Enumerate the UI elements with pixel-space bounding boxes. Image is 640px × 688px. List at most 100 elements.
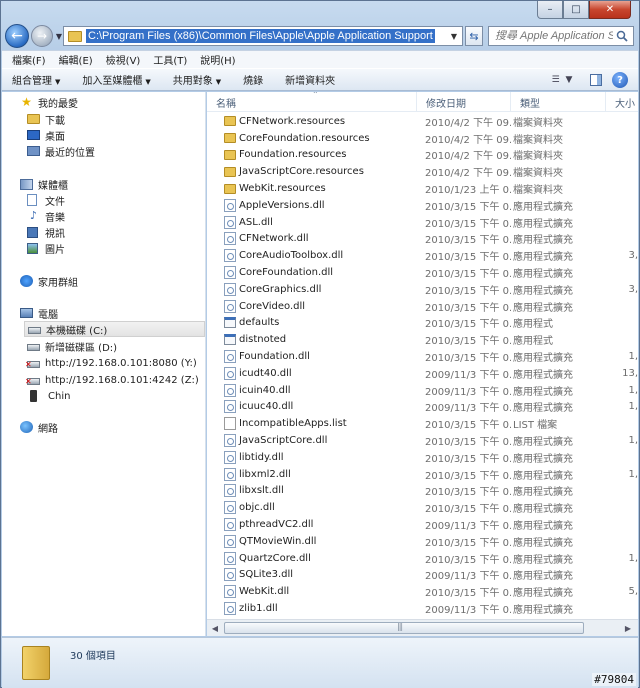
nav-pictures-label: 圖片 — [45, 244, 65, 256]
nav-videos[interactable]: 視訊 — [27, 224, 65, 240]
file-name: CFNetwork.resources — [239, 115, 346, 127]
menu-file[interactable]: 檔案(F) — [12, 52, 46, 67]
column-size[interactable]: 大小 — [606, 92, 638, 112]
file-row[interactable]: WebKit.dll 2010/3/15 下午 0... 應用程式擴充 5, — [207, 583, 638, 600]
scroll-left-icon[interactable]: ◀ — [207, 624, 223, 633]
file-size: 1, — [628, 435, 638, 447]
file-row[interactable]: defaults 2010/3/15 下午 0... 應用程式 — [207, 315, 638, 332]
menu-view[interactable]: 檢視(V) — [106, 52, 141, 67]
file-row[interactable]: CFNetwork.resources 2010/4/2 下午 09... 檔案資料… — [207, 113, 638, 130]
address-dropdown-icon[interactable]: ▼ — [446, 32, 462, 41]
dll-file-icon — [224, 299, 236, 313]
nav-homegroup[interactable]: 家用群組 — [20, 273, 78, 289]
file-row[interactable]: JavaScriptCore.resources 2010/4/2 下午 09..… — [207, 163, 638, 180]
file-row[interactable]: CoreFoundation.resources 2010/4/2 下午 09..… — [207, 130, 638, 147]
search-box[interactable] — [488, 26, 634, 46]
refresh-button[interactable]: ⇆ — [465, 26, 483, 46]
nav-favorites[interactable]: ★ 我的最愛 — [20, 94, 78, 110]
file-type: 檔案資料夾 — [513, 168, 563, 180]
file-row[interactable]: SQLite3.dll 2009/11/3 下午 0... 應用程式擴充 — [207, 567, 638, 584]
file-row[interactable]: JavaScriptCore.dll 2010/3/15 下午 0... 應用程式擴… — [207, 432, 638, 449]
file-row[interactable]: AppleVersions.dll 2010/3/15 下午 0... 應用程式擴充 — [207, 197, 638, 214]
file-date: 2010/3/15 下午 0... — [425, 420, 511, 432]
file-row[interactable]: icuin40.dll 2009/11/3 下午 0... 應用程式擴充 1, — [207, 382, 638, 399]
nav-libraries[interactable]: 媒體櫃 — [20, 176, 68, 192]
maximize-button[interactable]: □ — [563, 1, 589, 19]
nav-network[interactable]: 網路 — [20, 419, 58, 435]
nav-volume-d[interactable]: 新增磁碟區 (D:) — [27, 338, 117, 354]
file-row[interactable]: CoreFoundation.dll 2010/3/15 下午 0... 應用程式擴… — [207, 264, 638, 281]
file-row[interactable]: libxslt.dll 2010/3/15 下午 0... 應用程式擴充 — [207, 483, 638, 500]
nav-recent-places[interactable]: 最近的位置 — [27, 143, 95, 159]
file-row[interactable]: zlib1.dll 2009/11/3 下午 0... 應用程式擴充 — [207, 600, 638, 617]
file-row[interactable]: libtidy.dll 2010/3/15 下午 0... 應用程式擴充 — [207, 449, 638, 466]
back-button[interactable]: ← — [5, 24, 29, 48]
file-row[interactable]: distnoted 2010/3/15 下午 0... 應用程式 — [207, 331, 638, 348]
help-icon[interactable]: ? — [612, 72, 628, 88]
horizontal-scrollbar[interactable]: ◀ ▶ — [207, 619, 638, 636]
file-name: Foundation.dll — [239, 351, 310, 363]
nav-network-drive-z[interactable]: http://192.168.0.101:4242 (Z:) — [25, 372, 199, 388]
forward-button[interactable]: → — [31, 25, 53, 47]
column-type[interactable]: 類型 — [511, 92, 606, 112]
nav-local-disk-c[interactable]: 本機磁碟 (C:) — [24, 321, 205, 337]
close-button[interactable]: ✕ — [589, 1, 631, 19]
file-name-cell: icuuc40.dll — [207, 400, 417, 414]
file-name-cell: libxml2.dll — [207, 467, 417, 481]
menu-help[interactable]: 說明(H) — [200, 52, 235, 67]
nav-computer[interactable]: 電腦 — [20, 305, 58, 321]
preview-pane-button[interactable] — [590, 74, 602, 86]
search-input[interactable] — [495, 30, 613, 42]
nav-device-chin[interactable]: Chin — [27, 388, 70, 404]
nav-desktop[interactable]: 桌面 — [27, 127, 65, 143]
file-row[interactable]: IncompatibleApps.list 2010/3/15 下午 0... LI… — [207, 415, 638, 432]
file-row[interactable]: objc.dll 2010/3/15 下午 0... 應用程式擴充 — [207, 499, 638, 516]
file-row[interactable]: icuuc40.dll 2009/11/3 下午 0... 應用程式擴充 1, — [207, 399, 638, 416]
file-row[interactable]: CFNetwork.dll 2010/3/15 下午 0... 應用程式擴充 — [207, 231, 638, 248]
file-row[interactable]: QuartzCore.dll 2010/3/15 下午 0... 應用程式擴充 1, — [207, 550, 638, 567]
file-row[interactable]: libxml2.dll 2010/3/15 下午 0... 應用程式擴充 1, — [207, 466, 638, 483]
nav-documents[interactable]: 文件 — [27, 192, 65, 208]
explorer-window: – □ ✕ ← → ▼ C:\Program Files (x86)\Commo… — [0, 0, 640, 688]
file-row[interactable]: icudt40.dll 2009/11/3 下午 0... 應用程式擴充 13, — [207, 365, 638, 382]
add-to-library-button[interactable]: 加入至媒體櫃 ▼ — [82, 72, 150, 87]
scrollbar-thumb[interactable] — [224, 622, 584, 634]
menu-bar: 檔案(F) 編輯(E) 檢視(V) 工具(T) 說明(H) — [2, 50, 638, 68]
file-row[interactable]: Foundation.dll 2010/3/15 下午 0... 應用程式擴充 1, — [207, 348, 638, 365]
nav-documents-label: 文件 — [45, 196, 65, 208]
menu-tools[interactable]: 工具(T) — [153, 52, 187, 67]
minimize-button[interactable]: – — [537, 1, 563, 19]
file-row[interactable]: ASL.dll 2010/3/15 下午 0... 應用程式擴充 — [207, 214, 638, 231]
share-with-button[interactable]: 共用對象 ▼ — [173, 72, 221, 87]
column-date-modified[interactable]: 修改日期 — [417, 92, 511, 112]
file-name-cell: icudt40.dll — [207, 366, 417, 380]
file-row[interactable]: CoreVideo.dll 2010/3/15 下午 0... 應用程式擴充 — [207, 298, 638, 315]
organize-button[interactable]: 組合管理 ▼ — [12, 72, 60, 87]
file-row[interactable]: Foundation.resources 2010/4/2 下午 09... 檔案資… — [207, 147, 638, 164]
navigation-pane: ★ 我的最愛 下載 桌面 最近的位置 媒體櫃 文件 ♪ 音樂 視訊 圖片 家用群組 … — [2, 92, 206, 636]
file-row[interactable]: QTMovieWin.dll 2010/3/15 下午 0... 應用程式擴充 — [207, 533, 638, 550]
address-path[interactable]: C:\Program Files (x86)\Common Files\Appl… — [86, 29, 435, 43]
menu-edit[interactable]: 編輯(E) — [59, 52, 93, 67]
file-name: pthreadVC2.dll — [239, 519, 314, 531]
burn-button[interactable]: 燒錄 — [243, 72, 263, 87]
file-row[interactable]: CoreGraphics.dll 2010/3/15 下午 0... 應用程式擴充 3… — [207, 281, 638, 298]
nav-network-drive-y[interactable]: http://192.168.0.101:8080 (Y:) — [25, 355, 197, 371]
change-view-button[interactable]: ☰ ▼ — [544, 72, 580, 88]
file-row[interactable]: pthreadVC2.dll 2009/11/3 下午 0... 應用程式擴充 — [207, 516, 638, 533]
file-name: QTMovieWin.dll — [239, 535, 317, 547]
file-row[interactable]: CoreAudioToolbox.dll 2010/3/15 下午 0... 應用程… — [207, 247, 638, 264]
nav-music[interactable]: ♪ 音樂 — [27, 208, 65, 224]
music-icon: ♪ — [29, 209, 38, 222]
address-bar[interactable]: C:\Program Files (x86)\Common Files\Appl… — [63, 26, 463, 46]
new-folder-button[interactable]: 新增資料夾 — [285, 72, 335, 87]
file-name-cell: CFNetwork.dll — [207, 232, 417, 246]
nav-pictures[interactable]: 圖片 — [27, 240, 65, 256]
folder-icon — [224, 149, 236, 160]
file-date: 2010/3/15 下午 0... — [425, 319, 511, 331]
search-icon[interactable] — [613, 30, 631, 42]
nav-downloads[interactable]: 下載 — [27, 111, 65, 127]
column-name[interactable]: ⌃ 名稱 — [207, 92, 417, 112]
file-row[interactable]: WebKit.resources 2010/1/23 上午 0... 檔案資料夾 — [207, 180, 638, 197]
scroll-right-icon[interactable]: ▶ — [620, 624, 636, 633]
